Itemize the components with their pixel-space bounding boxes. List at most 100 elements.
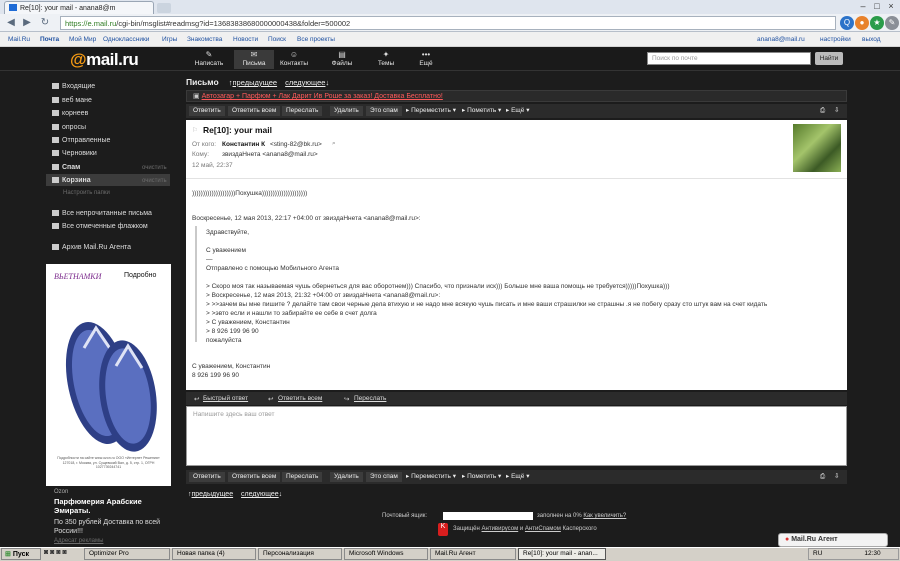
next-message-link[interactable]: следующее [285,78,325,87]
prev-message-link[interactable]: предыдущее [233,78,278,87]
portal-link-mailru[interactable]: Mail.Ru [8,36,30,43]
print-icon[interactable]: ⎙ [820,106,825,116]
sender-email[interactable]: <sting-82@bk.ru> [270,141,322,148]
new-tab-button[interactable] [157,3,171,13]
mailru-logo[interactable]: @mail.ru [70,50,139,70]
reply-button[interactable]: Ответить [189,472,225,482]
quick-reply-link[interactable]: Быстрый ответ [203,395,248,402]
flag-icon[interactable]: ⚐ [192,126,198,134]
reply-button[interactable]: Ответить [189,106,225,116]
next-message-link[interactable]: следующее [241,491,279,498]
nav-compose[interactable]: ✎ Написать [189,50,229,69]
ad-title[interactable]: Парфюмерия Арабские Эмираты. [54,497,174,515]
portal-link-search[interactable]: Поиск [268,36,286,43]
maximize-icon[interactable]: □ [871,1,883,12]
nav-files[interactable]: ▤ Файлы [322,50,362,69]
agent-archive-link[interactable]: Архив Mail.Ru Агента [52,244,131,251]
download-icon[interactable]: ⇩ [834,106,839,116]
portal-link-dating[interactable]: Знакомства [187,36,222,43]
minimize-icon[interactable]: – [857,1,869,12]
browser-tab[interactable]: Re[10]: your mail - anana8@m [4,1,154,14]
filter-flagged[interactable]: Все отмеченные флажком [52,223,148,230]
sender-avatar[interactable] [793,124,841,172]
mail-agent-widget[interactable]: ● Mail.Ru Агент [778,533,888,547]
user-email[interactable]: anana8@mail.ru [757,36,805,43]
back-icon[interactable]: ◀ [4,16,18,30]
taskbar-item[interactable]: Mail.Ru Агент [430,548,516,560]
antispam-link[interactable]: АнтиСпамом [525,526,561,532]
portal-link-mymir[interactable]: Мой Мир [69,36,96,43]
spam-button[interactable]: Это спам [366,106,402,116]
quick-launch-icons[interactable]: ◙ ◙ ◙ ◙ [44,549,67,556]
portal-link-ok[interactable]: Одноклассники [103,36,149,43]
folder-spam[interactable]: Спам [52,164,80,171]
search-input[interactable]: Поиск по почте [647,52,811,65]
extension-icon[interactable]: ● [855,16,869,30]
forward-link[interactable]: Переслать [354,395,386,402]
ad-more-link[interactable]: Подробно [124,272,156,279]
logout-link[interactable]: выход [862,36,881,43]
folder-korneev[interactable]: корнеев [52,110,88,117]
ad-footer-link[interactable]: Адресат рекламы [54,538,103,544]
download-icon[interactable]: ⇩ [834,472,839,482]
taskbar-item[interactable]: Новая папка (4) [172,548,256,560]
spam-button[interactable]: Это спам [366,472,402,482]
clock[interactable]: 12:30 [864,550,880,557]
forward-button[interactable]: Переслать [282,472,323,482]
more-menu[interactable]: ▸ Ещё ▾ [506,106,529,116]
folder-webmane[interactable]: веб мане [52,97,92,104]
move-menu[interactable]: ▸ Переместить ▾ [406,472,456,482]
search-button[interactable]: Найти [815,52,843,65]
mark-menu[interactable]: ▸ Пометить ▾ [462,472,501,482]
reply-textarea[interactable]: Напишите здесь ваш ответ [186,406,847,466]
trash-clear-link[interactable]: очистить [142,178,167,184]
taskbar-item-active[interactable]: Re[10]: your mail - anan... [518,548,606,560]
sender-name[interactable]: Константин К [222,141,265,148]
folder-inbox[interactable]: Входящие [52,83,95,90]
folder-sent[interactable]: Отправленные [52,137,110,144]
taskbar-item[interactable]: Microsoft Windows [344,548,428,560]
address-input[interactable]: https://e.mail.ru/cgi-bin/msglist#readms… [60,16,836,30]
wrench-icon[interactable]: ✎ [885,16,899,30]
folder-drafts[interactable]: Черновики [52,150,97,157]
folder-polls[interactable]: опросы [52,124,86,131]
forward-icon[interactable]: ▶ [20,16,34,30]
sidebar-ad[interactable]: ВЬЕТНАМКИ Подробно Подробности на сайте … [46,264,171,486]
spam-clear-link[interactable]: очистить [142,165,167,171]
portal-link-news[interactable]: Новости [233,36,258,43]
start-button[interactable]: ⊞ Пуск [1,548,41,560]
settings-link[interactable]: настройки [820,36,851,43]
nav-letters[interactable]: ✉ Письма [234,50,274,69]
portal-link-all-projects[interactable]: Все проекты [297,36,335,43]
portal-link-games[interactable]: Игры [162,36,177,43]
promo-text[interactable]: Автозагар + Парфюм + Лак Дарит Ив Роше з… [202,93,443,100]
bookmark-icon[interactable]: ★ [870,16,884,30]
promo-banner[interactable]: ▣ Автозагар + Парфюм + Лак Дарит Ив Роше… [186,90,847,102]
reply-all-link[interactable]: Ответить всем [278,395,322,402]
portal-link-mail[interactable]: Почта [40,36,59,43]
language-indicator[interactable]: RU [813,550,822,557]
more-menu[interactable]: ▸ Ещё ▾ [506,472,529,482]
nav-themes[interactable]: ✦ Темы [366,50,406,69]
print-icon[interactable]: ⎙ [820,472,825,482]
taskbar-item[interactable]: Optimizer Pro [84,548,170,560]
folder-trash[interactable]: Корзина [52,177,91,184]
search-engine-icon[interactable]: Q [840,16,854,30]
delete-button[interactable]: Удалить [330,106,363,116]
folder-settings-link[interactable]: Настроить папки [63,190,110,196]
taskbar-item[interactable]: Персонализация [258,548,342,560]
antivirus-link[interactable]: Антивирусом [482,526,519,532]
reply-all-button[interactable]: Ответить всем [228,106,281,116]
reload-icon[interactable]: ↻ [38,16,52,30]
close-icon[interactable]: × [885,1,897,12]
magnifier-icon[interactable]: ⌕ [332,140,336,148]
filter-unread[interactable]: Все непрочитанные письма [52,210,152,217]
delete-button[interactable]: Удалить [330,472,363,482]
mark-menu[interactable]: ▸ Пометить ▾ [462,106,501,116]
quota-increase-link[interactable]: Как увеличить? [583,513,626,519]
prev-message-link[interactable]: предыдущее [192,491,234,498]
move-menu[interactable]: ▸ Переместить ▾ [406,106,456,116]
forward-button[interactable]: Переслать [282,106,323,116]
nav-contacts[interactable]: ☺ Контакты [274,50,314,69]
reply-all-button[interactable]: Ответить всем [228,472,281,482]
